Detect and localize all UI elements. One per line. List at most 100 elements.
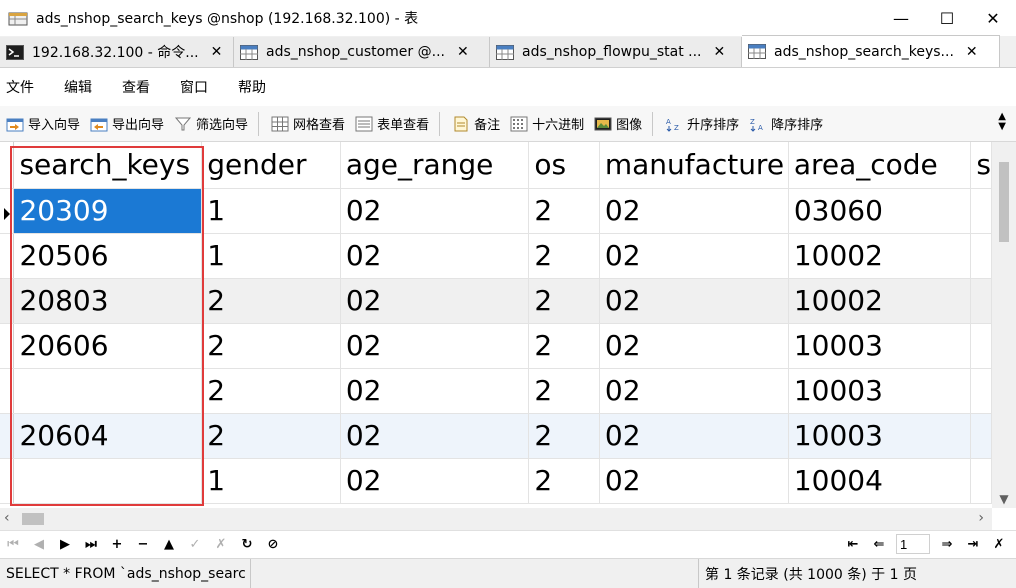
cell-area-code[interactable]: 03060 <box>788 188 972 234</box>
cell-search-keys[interactable]: 20506 <box>13 233 203 279</box>
page-number-input[interactable] <box>896 534 930 554</box>
maximize-button[interactable]: ☐ <box>924 0 970 36</box>
tab-customer[interactable]: ads_nshop_customer @... ✕ <box>234 37 490 67</box>
cell-gender[interactable]: 2 <box>201 413 341 459</box>
first-page-icon[interactable]: ⇤ <box>840 537 866 552</box>
sort-descending-button[interactable]: ZA 降序排序 <box>749 114 823 134</box>
cell-area-code[interactable]: 10003 <box>788 413 972 459</box>
scroll-left-icon[interactable]: ‹ <box>4 510 10 526</box>
tab-terminal[interactable]: 192.168.32.100 - 命令... ✕ <box>0 37 234 67</box>
menu-help[interactable]: 帮助 <box>238 77 266 97</box>
next-page-icon[interactable]: ⇒ <box>934 537 960 552</box>
cell-age-range[interactable]: 02 <box>340 458 530 504</box>
cell-area-code[interactable]: 10002 <box>788 278 972 324</box>
close-window-button[interactable]: ✕ <box>970 0 1016 36</box>
cell-area-code[interactable]: 10003 <box>788 323 972 369</box>
stop-icon[interactable]: ⊘ <box>260 537 286 552</box>
cell-partial[interactable] <box>970 188 992 234</box>
cell-search-keys[interactable] <box>13 368 203 414</box>
menu-view[interactable]: 查看 <box>122 77 150 97</box>
discard-changes-icon[interactable]: ✗ <box>208 537 234 552</box>
tab-search-keys[interactable]: ads_nshop_search_keys... ✕ <box>742 35 1000 67</box>
delete-record-icon[interactable]: − <box>130 537 156 552</box>
first-record-icon[interactable]: ⏮ <box>0 537 26 552</box>
table-row[interactable]: 20803 2 02 2 02 10002 <box>0 278 992 324</box>
hex-button[interactable]: 十六进制 <box>510 114 584 133</box>
row-header[interactable] <box>0 233 15 279</box>
row-header[interactable] <box>0 278 15 324</box>
add-record-icon[interactable]: + <box>104 537 130 552</box>
image-button[interactable]: 图像 <box>594 114 642 133</box>
cell-area-code[interactable]: 10004 <box>788 458 972 504</box>
cell-manufacture[interactable]: 02 <box>599 323 789 369</box>
table-row[interactable]: 20309 1 02 2 02 03060 <box>0 188 992 234</box>
scroll-right-icon[interactable]: › <box>978 510 984 526</box>
cell-partial[interactable] <box>970 413 992 459</box>
cell-search-keys[interactable]: 20606 <box>13 323 203 369</box>
grid-view-button[interactable]: 网格查看 <box>271 114 345 133</box>
sort-ascending-button[interactable]: AZ 升序排序 <box>665 114 739 134</box>
cell-manufacture[interactable]: 02 <box>599 188 789 234</box>
vertical-scrollbar[interactable]: ▼ <box>992 142 1016 508</box>
minimize-button[interactable]: — <box>878 0 924 36</box>
cell-age-range[interactable]: 02 <box>340 413 530 459</box>
cell-age-range[interactable]: 02 <box>340 368 530 414</box>
cell-manufacture[interactable]: 02 <box>599 233 789 279</box>
column-header-search-keys[interactable]: search_keys <box>13 142 203 189</box>
previous-record-icon[interactable]: ◀ <box>26 537 52 552</box>
row-header[interactable] <box>0 323 15 369</box>
cell-search-keys[interactable]: 20803 <box>13 278 203 324</box>
cell-os[interactable]: 2 <box>528 458 600 504</box>
table-row[interactable]: 20506 1 02 2 02 10002 <box>0 233 992 279</box>
memo-button[interactable]: 备注 <box>452 114 500 133</box>
cell-gender[interactable]: 1 <box>201 233 341 279</box>
cell-search-keys[interactable] <box>13 458 203 504</box>
filter-wizard-button[interactable]: 筛选向导 <box>174 114 248 133</box>
cell-os[interactable]: 2 <box>528 368 600 414</box>
cell-age-range[interactable]: 02 <box>340 278 530 324</box>
column-header-os[interactable]: os <box>528 142 600 189</box>
table-row[interactable]: 1 02 2 02 10004 <box>0 458 992 504</box>
menu-window[interactable]: 窗口 <box>180 77 208 97</box>
column-header-gender[interactable]: gender <box>201 142 341 189</box>
cell-manufacture[interactable]: 02 <box>599 458 789 504</box>
scroll-down-icon[interactable]: ▼ <box>992 492 1016 506</box>
settings-tools-icon[interactable]: ✗ <box>986 537 1012 552</box>
cell-os[interactable]: 2 <box>528 188 600 234</box>
cell-manufacture[interactable]: 02 <box>599 368 789 414</box>
cell-gender[interactable]: 2 <box>201 368 341 414</box>
cell-partial[interactable] <box>970 368 992 414</box>
cell-os[interactable]: 2 <box>528 413 600 459</box>
cell-age-range[interactable]: 02 <box>340 233 530 279</box>
horizontal-scroll-thumb[interactable] <box>22 513 44 525</box>
row-header[interactable] <box>0 368 15 414</box>
cell-age-range[interactable]: 02 <box>340 188 530 234</box>
horizontal-scrollbar[interactable]: ‹ › <box>0 508 992 530</box>
table-row[interactable]: 20604 2 02 2 02 10003 <box>0 413 992 459</box>
apply-changes-icon[interactable]: ✓ <box>182 537 208 552</box>
cell-area-code[interactable]: 10002 <box>788 233 972 279</box>
cell-partial[interactable] <box>970 323 992 369</box>
table-row[interactable]: 20606 2 02 2 02 10003 <box>0 323 992 369</box>
last-record-icon[interactable]: ⏭ <box>78 537 104 552</box>
row-header[interactable] <box>0 458 15 504</box>
close-tab-icon[interactable]: ✕ <box>966 44 978 60</box>
cell-manufacture[interactable]: 02 <box>599 278 789 324</box>
menu-file[interactable]: 文件 <box>6 77 34 97</box>
export-wizard-button[interactable]: 导出向导 <box>90 114 164 133</box>
cell-partial[interactable] <box>970 278 992 324</box>
column-header-manufacture[interactable]: manufacture <box>599 142 789 189</box>
cell-area-code[interactable]: 10003 <box>788 368 972 414</box>
menu-edit[interactable]: 编辑 <box>64 77 92 97</box>
cell-partial[interactable] <box>970 233 992 279</box>
column-header-partial[interactable]: s <box>970 142 992 189</box>
row-header[interactable] <box>0 413 15 459</box>
vertical-scroll-thumb[interactable] <box>999 162 1009 242</box>
previous-page-icon[interactable]: ⇐ <box>866 537 892 552</box>
cell-gender[interactable]: 1 <box>201 458 341 504</box>
form-view-button[interactable]: 表单查看 <box>355 114 429 133</box>
toolbar-overflow-icon[interactable]: ▲ ▼ <box>998 112 1006 132</box>
cell-search-keys[interactable]: 20604 <box>13 413 203 459</box>
cell-manufacture[interactable]: 02 <box>599 413 789 459</box>
cell-search-keys[interactable]: 20309 <box>13 188 203 234</box>
